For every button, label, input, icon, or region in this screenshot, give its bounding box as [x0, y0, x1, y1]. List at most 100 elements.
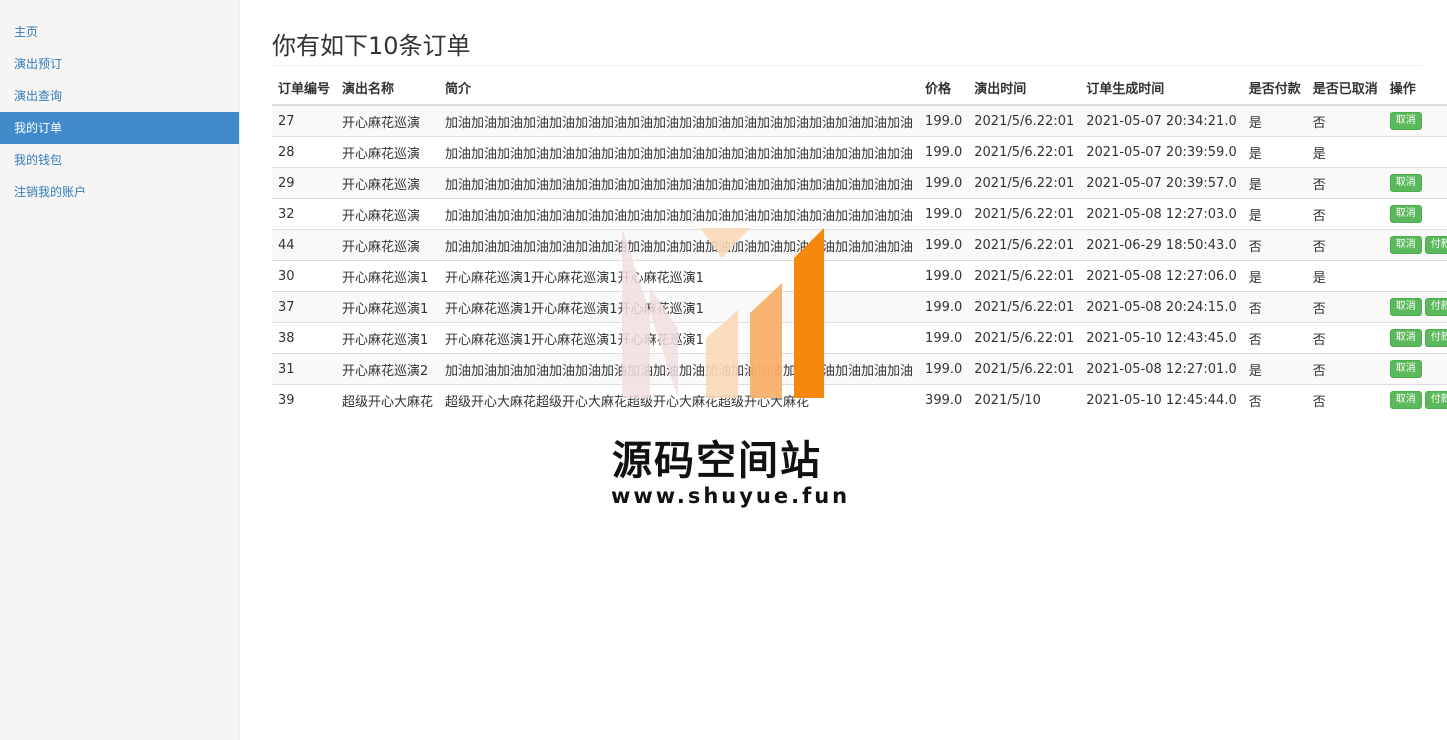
table-row: 44 开心麻花巡演 加油加油加油加油加油加油加油加油加油加油加油加油加油加油加油加油… [272, 229, 1447, 261]
cell-description: 开心麻花巡演1开心麻花巡演1开心麻花巡演1 [439, 291, 920, 323]
sidebar-item-search-show[interactable]: 演出查询 [0, 80, 239, 112]
cell-cancelled-status: 是 [1306, 260, 1384, 292]
table-row: 37 开心麻花巡演1 开心麻花巡演1开心麻花巡演1开心麻花巡演1 199.0 2021/… [272, 291, 1447, 323]
sidebar-item-my-wallet[interactable]: 我的钱包 [0, 144, 239, 176]
cell-price: 199.0 [919, 260, 969, 292]
cell-cancelled-status: 否 [1306, 104, 1384, 137]
cell-description: 开心麻花巡演1开心麻花巡演1开心麻花巡演1 [439, 260, 920, 292]
cell-order-id: 30 [272, 260, 337, 292]
cell-created-time: 2021-05-08 20:24:15.0 [1080, 291, 1243, 323]
cancel-button[interactable]: 取消 [1389, 391, 1422, 409]
cell-show-name: 开心麻花巡演 [336, 198, 440, 230]
column-header-paid: 是否付款 [1242, 71, 1307, 106]
table-row: 29 开心麻花巡演 加油加油加油加油加油加油加油加油加油加油加油加油加油加油加油加油… [272, 167, 1447, 199]
cell-description: 加油加油加油加油加油加油加油加油加油加油加油加油加油加油加油加油加油加油 [439, 353, 920, 385]
sidebar-item-my-orders[interactable]: 我的订单 [0, 112, 239, 144]
cell-cancelled-status: 是 [1306, 136, 1384, 168]
column-header-show-name: 演出名称 [336, 71, 440, 106]
cell-order-id: 32 [272, 198, 337, 230]
cell-show-name: 超级开心大麻花 [336, 384, 440, 415]
cell-description: 加油加油加油加油加油加油加油加油加油加油加油加油加油加油加油加油加油加油 [439, 198, 920, 230]
cell-show-name: 开心麻花巡演 [336, 104, 440, 137]
cancel-button[interactable]: 取消 [1389, 360, 1422, 378]
cell-paid-status: 是 [1242, 260, 1307, 292]
cell-show-time: 2021/5/10 [968, 384, 1081, 415]
pay-button[interactable]: 付款 [1424, 329, 1447, 347]
cell-show-name: 开心麻花巡演1 [336, 322, 440, 354]
column-header-description: 简介 [439, 71, 920, 106]
table-row: 39 超级开心大麻花 超级开心大麻花超级开心大麻花超级开心大麻花超级开心大麻花 399… [272, 384, 1447, 415]
cell-paid-status: 是 [1242, 167, 1307, 199]
title-divider [272, 65, 1422, 66]
cell-cancelled-status: 否 [1306, 353, 1384, 385]
cell-actions: 取消 [1383, 104, 1447, 137]
cell-show-time: 2021/5/6.22:01 [968, 260, 1081, 292]
cell-price: 199.0 [919, 167, 969, 199]
cell-price: 199.0 [919, 353, 969, 385]
cell-paid-status: 否 [1242, 291, 1307, 323]
sidebar-item-home[interactable]: 主页 [0, 16, 239, 48]
table-row: 32 开心麻花巡演 加油加油加油加油加油加油加油加油加油加油加油加油加油加油加油加油… [272, 198, 1447, 230]
cell-show-time: 2021/5/6.22:01 [968, 322, 1081, 354]
cell-price: 199.0 [919, 136, 969, 168]
cell-order-id: 29 [272, 167, 337, 199]
cell-show-time: 2021/5/6.22:01 [968, 198, 1081, 230]
cell-price: 199.0 [919, 322, 969, 354]
cell-cancelled-status: 否 [1306, 229, 1384, 261]
cell-paid-status: 否 [1242, 322, 1307, 354]
cell-cancelled-status: 否 [1306, 384, 1384, 415]
cell-cancelled-status: 否 [1306, 198, 1384, 230]
cell-description: 加油加油加油加油加油加油加油加油加油加油加油加油加油加油加油加油加油加油 [439, 104, 920, 137]
cell-description: 超级开心大麻花超级开心大麻花超级开心大麻花超级开心大麻花 [439, 384, 920, 415]
cell-created-time: 2021-05-08 12:27:06.0 [1080, 260, 1243, 292]
cell-show-time: 2021/5/6.22:01 [968, 291, 1081, 323]
table-row: 28 开心麻花巡演 加油加油加油加油加油加油加油加油加油加油加油加油加油加油加油加油… [272, 136, 1447, 168]
cancel-button[interactable]: 取消 [1389, 205, 1422, 223]
pay-button[interactable]: 付款 [1424, 298, 1447, 316]
cell-show-name: 开心麻花巡演1 [336, 291, 440, 323]
cell-paid-status: 是 [1242, 353, 1307, 385]
cell-created-time: 2021-05-10 12:43:45.0 [1080, 322, 1243, 354]
cell-cancelled-status: 否 [1306, 291, 1384, 323]
column-header-actions: 操作 [1383, 71, 1447, 106]
page-title: 你有如下10条订单 [272, 32, 471, 60]
cell-price: 399.0 [919, 384, 969, 415]
sidebar-item-delete-account[interactable]: 注销我的账户 [0, 176, 239, 208]
cell-created-time: 2021-05-07 20:39:57.0 [1080, 167, 1243, 199]
sidebar-item-book-show[interactable]: 演出预订 [0, 48, 239, 80]
cell-created-time: 2021-05-07 20:34:21.0 [1080, 104, 1243, 137]
cell-created-time: 2021-05-08 12:27:03.0 [1080, 198, 1243, 230]
cancel-button[interactable]: 取消 [1389, 329, 1422, 347]
pay-button[interactable]: 付款 [1424, 236, 1447, 254]
cell-price: 199.0 [919, 104, 969, 137]
cell-order-id: 44 [272, 229, 337, 261]
cell-show-name: 开心麻花巡演 [336, 229, 440, 261]
cancel-button[interactable]: 取消 [1389, 298, 1422, 316]
cell-order-id: 28 [272, 136, 337, 168]
cell-actions: 取消 付款 [1383, 384, 1447, 415]
cell-show-time: 2021/5/6.22:01 [968, 353, 1081, 385]
pay-button[interactable]: 付款 [1424, 391, 1447, 409]
cell-paid-status: 是 [1242, 104, 1307, 137]
cell-created-time: 2021-06-29 18:50:43.0 [1080, 229, 1243, 261]
cell-order-id: 27 [272, 104, 337, 137]
cell-actions [1383, 136, 1447, 168]
cell-show-time: 2021/5/6.22:01 [968, 167, 1081, 199]
cell-show-time: 2021/5/6.22:01 [968, 136, 1081, 168]
cell-cancelled-status: 否 [1306, 167, 1384, 199]
cell-actions: 取消 [1383, 198, 1447, 230]
cell-order-id: 38 [272, 322, 337, 354]
cell-paid-status: 否 [1242, 384, 1307, 415]
cell-actions: 取消 [1383, 353, 1447, 385]
cell-created-time: 2021-05-10 12:45:44.0 [1080, 384, 1243, 415]
column-header-created-time: 订单生成时间 [1080, 71, 1243, 106]
column-header-cancelled: 是否已取消 [1306, 71, 1384, 106]
cell-cancelled-status: 否 [1306, 322, 1384, 354]
cancel-button[interactable]: 取消 [1389, 236, 1422, 254]
cancel-button[interactable]: 取消 [1389, 174, 1422, 192]
sidebar: 主页 演出预订 演出查询 我的订单 我的钱包 注销我的账户 [0, 0, 240, 740]
cancel-button[interactable]: 取消 [1389, 112, 1422, 130]
orders-table-body: 27 开心麻花巡演 加油加油加油加油加油加油加油加油加油加油加油加油加油加油加油加油… [272, 104, 1447, 415]
cell-order-id: 39 [272, 384, 337, 415]
cell-actions: 取消 [1383, 167, 1447, 199]
